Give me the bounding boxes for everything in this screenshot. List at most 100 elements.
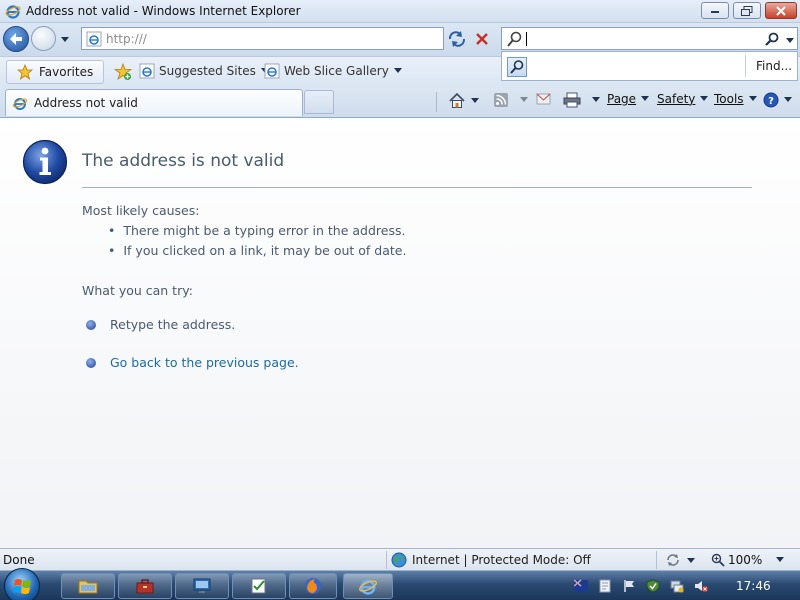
network-icon[interactable] [670, 579, 684, 593]
add-to-favorites-bar-icon[interactable] [114, 63, 132, 81]
address-input[interactable] [106, 30, 426, 47]
chevron-down-icon [700, 96, 709, 101]
web-slice-gallery-label: Web Slice Gallery [284, 64, 389, 78]
search-input[interactable] [528, 30, 758, 47]
zoom-level-button[interactable]: 100% [711, 553, 785, 567]
toolbox-icon [136, 579, 154, 594]
forward-button[interactable] [31, 26, 56, 51]
security-shield-icon[interactable] [665, 552, 681, 568]
title-divider [82, 187, 752, 188]
printer-icon [563, 92, 581, 108]
text-caret [526, 32, 527, 46]
favorites-label: Favorites [39, 65, 94, 79]
zone-label: Internet | Protected Mode: Off [412, 553, 591, 567]
start-button[interactable] [4, 568, 40, 600]
taskbar-firefox-button[interactable] [289, 573, 337, 599]
compatibility-refresh-icon[interactable] [447, 30, 467, 48]
tools-menu-label: Tools [714, 92, 744, 106]
close-window-button[interactable] [765, 2, 797, 19]
document-icon[interactable] [598, 579, 612, 593]
rss-feed-icon [494, 93, 508, 107]
minimize-icon [711, 10, 719, 13]
information-icon [22, 139, 68, 185]
internet-explorer-icon [12, 98, 28, 110]
print-button[interactable] [563, 92, 601, 108]
tab-address-not-valid[interactable]: Address not valid [5, 89, 303, 116]
close-icon [776, 5, 786, 16]
status-text: Done [3, 553, 35, 567]
action-center-flag-icon[interactable] [622, 579, 636, 593]
feeds-button[interactable] [493, 92, 529, 108]
favorites-button[interactable]: Favorites [6, 60, 104, 84]
page-menu-button[interactable]: Page [607, 92, 650, 106]
web-slice-gallery-link[interactable]: Web Slice Gallery [264, 63, 403, 79]
command-bar-divider [436, 92, 437, 112]
search-bar[interactable] [501, 27, 798, 50]
internet-explorer-icon [359, 579, 377, 595]
chevron-down-icon [592, 97, 600, 102]
taskbar-explorer-button[interactable] [61, 573, 115, 599]
help-menu-button[interactable]: ? [763, 92, 793, 108]
home-button[interactable] [448, 92, 480, 110]
minimize-button[interactable] [701, 2, 729, 19]
help-icon: ? [763, 92, 779, 108]
read-mail-button[interactable] [536, 92, 552, 106]
checklist-icon [251, 578, 266, 594]
folder-icon [78, 580, 98, 594]
clock[interactable]: 17:46 [736, 579, 771, 593]
recent-pages-dropdown-icon[interactable] [59, 33, 71, 45]
stop-icon[interactable] [473, 30, 491, 48]
retype-address-text: Retype the address. [110, 317, 236, 332]
address-bar[interactable] [81, 27, 521, 50]
page-menu-label: Page [607, 92, 637, 106]
taskbar-internet-explorer-button[interactable] [343, 573, 393, 599]
page-ie-icon [139, 63, 155, 79]
page-ie-icon [86, 31, 102, 47]
firefox-icon [305, 578, 321, 594]
try-heading: What you can try: [82, 283, 193, 298]
taskbar-toolbox-button[interactable] [118, 573, 172, 599]
volume-muted-icon[interactable] [694, 579, 708, 593]
tools-menu-button[interactable]: Tools [714, 92, 758, 106]
chevron-down-icon[interactable] [686, 557, 696, 565]
chevron-down-icon [471, 98, 479, 103]
page-content: The address is not valid Most likely cau… [0, 119, 800, 548]
chevron-down-icon [641, 96, 650, 101]
globe-icon [391, 552, 407, 568]
monitor-icon [193, 578, 211, 593]
search-options-dropdown-icon[interactable] [785, 37, 795, 45]
language-flag-icon[interactable] [574, 579, 588, 593]
restore-button[interactable] [733, 2, 761, 19]
suggested-sites-link[interactable]: Suggested Sites [139, 63, 270, 79]
tab-row: Address not valid Page Safety Tools ? [0, 86, 800, 118]
security-check-icon[interactable] [646, 579, 660, 593]
bullet-icon [86, 319, 96, 330]
status-bar: Done Internet | Protected Mode: Off 100% [0, 548, 800, 570]
taskbar-tasks-button[interactable] [232, 573, 286, 599]
go-back-link[interactable]: Go back to the previous page. [110, 355, 299, 370]
window-title: Address not valid - Windows Internet Exp… [26, 4, 301, 18]
security-zone-indicator[interactable]: Internet | Protected Mode: Off [386, 551, 656, 569]
popup-divider [745, 55, 746, 77]
back-button[interactable] [3, 26, 29, 52]
tab-label: Address not valid [34, 96, 138, 110]
search-icon[interactable] [764, 31, 780, 47]
title-bar: Address not valid - Windows Internet Exp… [0, 0, 800, 23]
new-tab-button[interactable] [304, 90, 334, 114]
search-suggestion-icon[interactable] [507, 57, 527, 77]
find-on-page-button[interactable]: Find... [756, 59, 792, 73]
chevron-down-icon [784, 97, 792, 102]
safety-menu-button[interactable]: Safety [657, 92, 709, 106]
zoom-icon [711, 553, 725, 567]
taskbar-remote-desktop-button[interactable] [175, 573, 229, 599]
suggested-sites-label: Suggested Sites [159, 64, 256, 78]
causes-list: There might be a typing error in the add… [108, 223, 406, 263]
svg-text:?: ? [768, 96, 774, 107]
causes-heading: Most likely causes: [82, 203, 200, 218]
list-item: If you clicked on a link, it may be out … [108, 243, 406, 263]
search-icon [510, 60, 524, 74]
zoom-label: 100% [728, 553, 763, 567]
go-back-item: Go back to the previous page. [86, 355, 299, 370]
safety-menu-label: Safety [657, 92, 696, 106]
retype-address-item: Retype the address. [86, 317, 235, 332]
